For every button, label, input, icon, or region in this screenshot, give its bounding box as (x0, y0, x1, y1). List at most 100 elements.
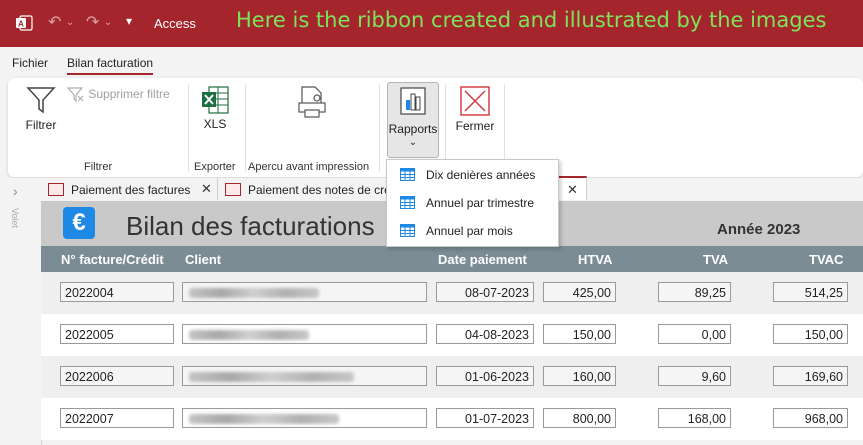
navigation-pane: › Volet (0, 178, 42, 445)
svg-text:A: A (18, 20, 24, 29)
client-field[interactable] (182, 366, 427, 386)
redacted-client (189, 372, 354, 382)
tva-field[interactable]: 168,00 (658, 408, 731, 428)
expand-nav-icon[interactable]: › (13, 183, 18, 199)
col-header-tva: TVA (703, 252, 729, 267)
tab-bilan-facturation[interactable]: Bilan facturation (67, 56, 154, 75)
menu-item-annuel-mois[interactable]: Annuel par mois (387, 218, 558, 244)
excel-icon (202, 86, 229, 114)
access-logo-icon: A (16, 15, 33, 31)
invoice-number-field[interactable]: 2022007 (60, 408, 174, 428)
col-header-client: Client (185, 252, 222, 267)
doc-tab-paiement-notes[interactable]: Paiement des notes de cré (218, 178, 389, 200)
invoice-number-field[interactable]: 2022005 (60, 324, 174, 344)
htva-field[interactable]: 150,00 (543, 324, 616, 344)
doc-tab-label: Paiement des notes de cré (248, 183, 388, 197)
customize-quick-access-icon[interactable]: ▾ (126, 14, 132, 28)
htva-field[interactable]: 425,00 (543, 282, 616, 302)
tva-field[interactable]: 9,60 (658, 366, 731, 386)
app-name: Access (154, 16, 196, 31)
close-icon (460, 86, 490, 116)
htva-field[interactable]: 160,00 (543, 366, 616, 386)
menu-item-annuel-trimestre[interactable]: Annuel par trimestre (387, 190, 558, 216)
group-label-filtrer: Filtrer (84, 161, 113, 173)
fermer-label: Fermer (455, 119, 495, 133)
ribbon-separator (245, 84, 246, 172)
filtrer-label: Filtrer (25, 118, 57, 132)
ribbon-tab-bar: Fichier Bilan facturation (0, 47, 863, 78)
title-bar: A ↶ ⌄ ↷ ⌄ ▾ Access Here is the ribbon cr… (0, 0, 863, 47)
nav-pane-label: Volet (10, 208, 20, 229)
tvac-field[interactable]: 169,60 (773, 366, 848, 386)
table-icon (400, 168, 415, 181)
supprimer-filtre-button[interactable]: Supprimer filtre (66, 87, 177, 103)
ribbon-separator (188, 84, 189, 172)
invoice-number-field[interactable]: 2022006 (60, 366, 174, 386)
euro-icon: € (63, 207, 95, 239)
fermer-button[interactable]: Fermer (453, 86, 497, 133)
redo-dropdown-icon[interactable]: ⌄ (104, 17, 112, 28)
undo-icon[interactable]: ↶ (48, 12, 61, 32)
tvac-field[interactable]: 150,00 (773, 324, 848, 344)
date-field[interactable]: 08-07-2023 (436, 282, 534, 302)
form-icon (225, 183, 241, 196)
col-header-tvac: TVAC (809, 252, 844, 267)
group-label-apercu: Apercu avant impression (248, 161, 370, 173)
date-field[interactable]: 01-07-2023 (436, 408, 534, 428)
table-row: 2022004 08-07-2023 425,00 89,25 514,25 (41, 272, 863, 314)
menu-item-label: Annuel par trimestre (426, 196, 535, 210)
clear-filter-icon (66, 87, 84, 103)
supprimer-filtre-label: Supprimer filtre (88, 87, 170, 102)
table-icon (400, 224, 415, 237)
annotation-text: Here is the ribbon created and illustrat… (236, 8, 827, 32)
undo-dropdown-icon[interactable]: ⌄ (66, 17, 74, 28)
column-header-row: N° facture/Crédit Client Date paiement H… (41, 246, 863, 272)
menu-item-label: Annuel par mois (426, 224, 513, 238)
col-header-numero: N° facture/Crédit (61, 252, 164, 267)
col-header-date: Date paiement (438, 252, 527, 267)
chevron-down-icon: ⌄ (408, 137, 418, 148)
rapports-dropdown-menu: Dix denières années Annuel par trimestre… (386, 159, 559, 247)
tab-fichier[interactable]: Fichier (12, 56, 48, 70)
close-tab-icon[interactable]: ✕ (567, 182, 578, 198)
table-icon (400, 196, 415, 209)
doc-tab-label: Paiement des factures (71, 183, 191, 197)
tva-field[interactable]: 0,00 (658, 324, 731, 344)
tva-field[interactable]: 89,25 (658, 282, 731, 302)
filter-icon (26, 87, 56, 114)
tvac-field[interactable]: 968,00 (773, 408, 848, 428)
table-row: 2022005 04-08-2023 150,00 0,00 150,00 (41, 314, 863, 356)
client-field[interactable] (182, 324, 427, 344)
invoice-number-field[interactable]: 2022004 (60, 282, 174, 302)
close-tab-icon[interactable]: ✕ (201, 181, 212, 197)
date-field[interactable]: 04-08-2023 (436, 324, 534, 344)
form-title: Bilan des facturations (126, 211, 375, 241)
redo-icon[interactable]: ↷ (86, 12, 99, 32)
redacted-client (189, 330, 309, 340)
col-header-htva: HTVA (578, 252, 613, 267)
ribbon-separator (379, 84, 380, 172)
year-label: Année 2023 (717, 221, 801, 238)
redacted-client (189, 414, 339, 424)
print-preview-button[interactable] (295, 86, 329, 121)
form-icon (48, 183, 64, 196)
doc-tab-paiement-factures[interactable]: Paiement des factures ✕ (41, 178, 218, 200)
tvac-field[interactable]: 514,25 (773, 282, 848, 302)
menu-item-dix-annees[interactable]: Dix denières années (387, 162, 558, 188)
redacted-client (189, 288, 319, 298)
report-chart-icon (400, 87, 426, 115)
client-field[interactable] (182, 282, 427, 302)
rapports-label: Rapports (388, 122, 438, 136)
group-label-exporter: Exporter (194, 161, 236, 173)
date-field[interactable]: 01-06-2023 (436, 366, 534, 386)
table-row: 2022006 01-06-2023 160,00 9,60 169,60 (41, 356, 863, 398)
filtrer-button[interactable]: Filtrer (22, 85, 60, 132)
client-field[interactable] (182, 408, 427, 428)
xls-label: XLS (203, 117, 227, 131)
xls-button[interactable]: XLS (198, 86, 232, 131)
htva-field[interactable]: 800,00 (543, 408, 616, 428)
print-preview-icon (298, 86, 326, 118)
rapports-button[interactable]: Rapports ⌄ (387, 82, 439, 158)
menu-item-label: Dix denières années (426, 168, 536, 182)
table-row: 2022007 01-07-2023 800,00 168,00 968,00 (41, 398, 863, 440)
